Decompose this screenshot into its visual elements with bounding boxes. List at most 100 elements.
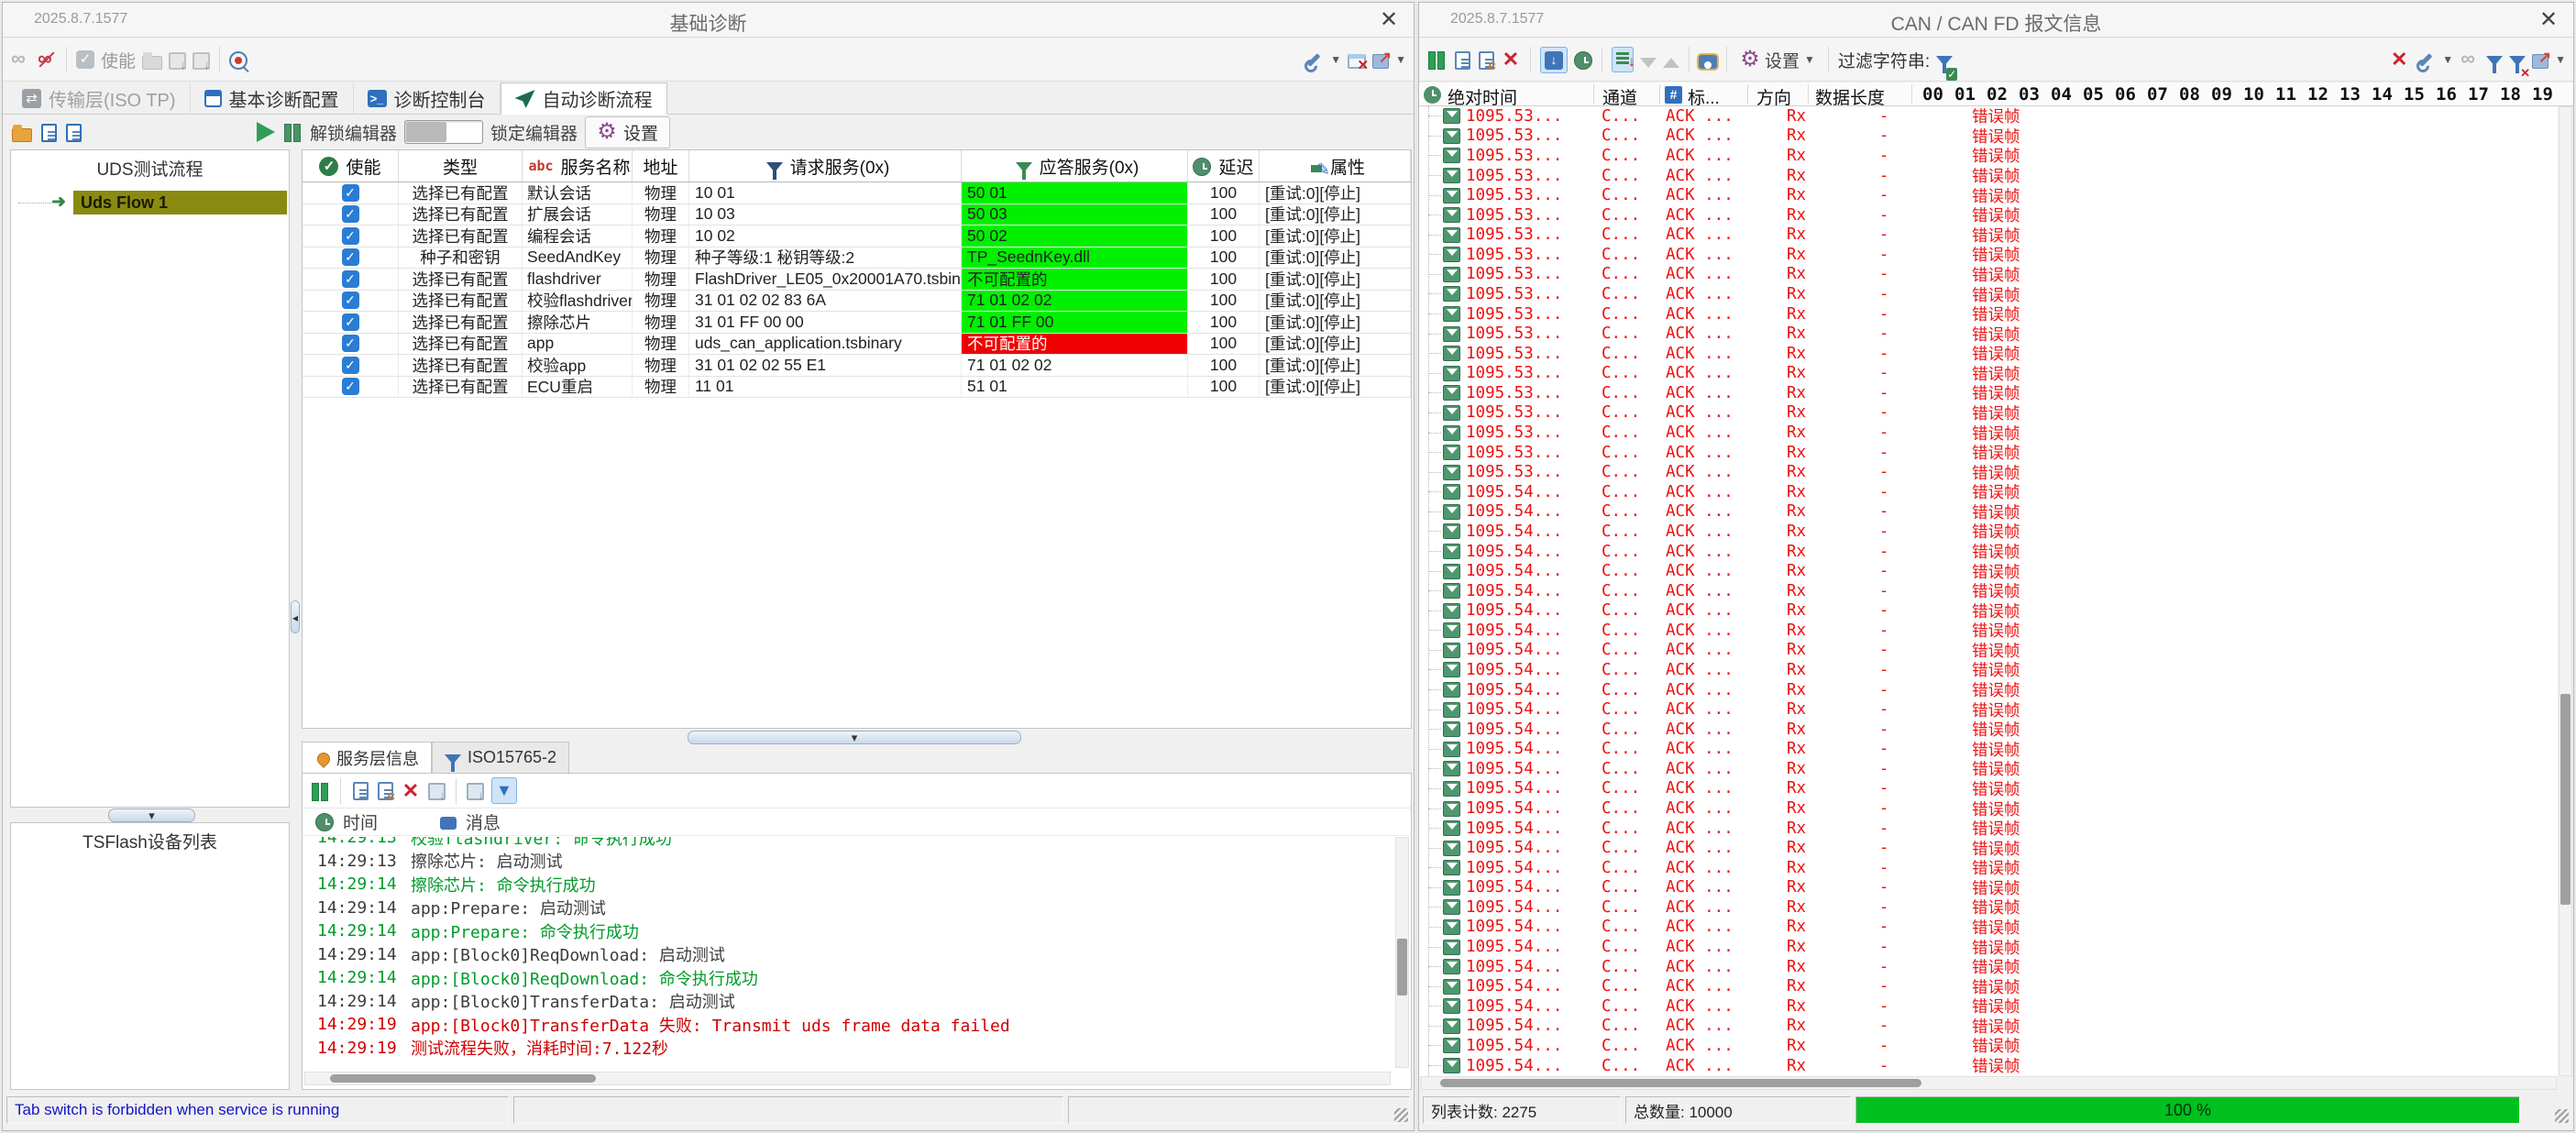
col-direction[interactable]: 方向 <box>1756 84 1791 109</box>
log-entry[interactable]: 14:29:14 app:Prepare: 命令执行成功 <box>303 919 1391 943</box>
can-message-row[interactable]: 1095.54... C... ACK ... Rx - 错误帧 <box>1419 878 2558 898</box>
can-message-row[interactable]: 1095.53... C... ACK ... Rx - 错误帧 <box>1419 304 2558 324</box>
can-message-row[interactable]: 1095.53... C... ACK ... Rx - 错误帧 <box>1419 284 2558 304</box>
table-row[interactable]: ✓ 选择已有配置 ECU重启 物理 11 01 51 01 100 [重试:0]… <box>303 377 1411 399</box>
can-message-row[interactable]: 1095.53... C... ACK ... Rx - 错误帧 <box>1419 245 2558 265</box>
can-message-row[interactable]: 1095.54... C... ACK ... Rx - 错误帧 <box>1419 937 2558 957</box>
table-row[interactable]: ✓ 选择已有配置 擦除芯片 物理 31 01 FF 00 00 71 01 FF… <box>303 312 1411 334</box>
col-attribute[interactable]: 属性 <box>1260 150 1411 182</box>
resize-grip[interactable] <box>2555 1109 2569 1123</box>
close-icon[interactable]: ✕ <box>1375 6 1403 34</box>
tools-icon[interactable] <box>2416 50 2436 70</box>
table-row[interactable]: ✓ 选择已有配置 扩展会话 物理 10 03 50 03 100 [重试:0][… <box>303 204 1411 226</box>
sidebar-splitter-handle[interactable]: ▾ <box>108 808 195 822</box>
pause-capture-icon[interactable] <box>1426 50 1447 70</box>
export-window-icon[interactable] <box>1372 54 1389 69</box>
col-channel[interactable]: 通道 <box>1602 84 1637 109</box>
can-message-row[interactable]: 1095.53... C... ACK ... Rx - 错误帧 <box>1419 462 2558 482</box>
col-data-length[interactable]: 数据长度 <box>1815 84 1885 109</box>
can-message-row[interactable]: 1095.53... C... ACK ... Rx - 错误帧 <box>1419 364 2558 384</box>
col-absolute-time[interactable]: 绝对时间 <box>1448 84 1517 109</box>
disconnect-icon[interactable] <box>37 50 57 70</box>
column-separator[interactable] <box>1808 84 1809 104</box>
can-message-row[interactable]: 1095.54... C... ACK ... Rx - 错误帧 <box>1419 838 2558 858</box>
table-row[interactable]: ✓ 选择已有配置 编程会话 物理 10 02 50 02 100 [重试:0][… <box>303 226 1411 248</box>
can-message-row[interactable]: 1095.54... C... ACK ... Rx - 错误帧 <box>1419 1056 2558 1076</box>
add-flow-icon[interactable] <box>41 124 57 142</box>
open-flow-icon[interactable] <box>12 128 32 142</box>
can-message-row[interactable]: 1095.54... C... ACK ... Rx - 错误帧 <box>1419 482 2558 502</box>
editor-lock-toggle[interactable] <box>404 120 483 144</box>
col-identifier[interactable]: 标... <box>1688 84 1720 109</box>
can-message-row[interactable]: 1095.54... C... ACK ... Rx - 错误帧 <box>1419 957 2558 977</box>
can-message-row[interactable]: 1095.53... C... ACK ... Rx - 错误帧 <box>1419 126 2558 147</box>
close-icon[interactable]: ✕ <box>2535 6 2562 34</box>
close-windows-icon[interactable] <box>1348 54 1366 69</box>
save-log-icon[interactable] <box>428 783 446 800</box>
can-message-row[interactable]: 1095.54... C... ACK ... Rx - 错误帧 <box>1419 600 2558 621</box>
log-entry[interactable]: 14:29:13 擦除芯片: 启动测试 <box>303 850 1391 874</box>
row-enable-checkbox[interactable]: ✓ <box>342 335 359 352</box>
snapshot-icon[interactable] <box>1699 55 1717 69</box>
time-mode-icon[interactable] <box>1574 51 1592 70</box>
row-enable-checkbox[interactable]: ✓ <box>342 227 359 245</box>
table-row[interactable]: ✓ 选择已有配置 app 物理 uds_can_application.tsbi… <box>303 334 1411 356</box>
can-message-row[interactable]: 1095.54... C... ACK ... Rx - 错误帧 <box>1419 798 2558 819</box>
resize-grip[interactable] <box>1394 1108 1408 1122</box>
can-message-row[interactable]: 1095.53... C... ACK ... Rx - 错误帧 <box>1419 146 2558 166</box>
can-message-row[interactable]: 1095.54... C... ACK ... Rx - 错误帧 <box>1419 918 2558 938</box>
column-separator[interactable] <box>1911 84 1912 104</box>
table-log-splitter-handle[interactable]: ▾ <box>688 731 1021 744</box>
can-message-row[interactable]: 1095.54... C... ACK ... Rx - 错误帧 <box>1419 897 2558 918</box>
scrollbar-thumb[interactable] <box>2560 694 2570 905</box>
delete-list-icon[interactable]: ✕ <box>1501 50 1521 70</box>
delete-log-icon[interactable]: ✕ <box>401 781 421 801</box>
tab-service-layer-info[interactable]: 服务层信息 <box>302 742 432 773</box>
clear-filter-icon[interactable]: ✕ <box>2389 50 2409 70</box>
table-row[interactable]: ✓ 选择已有配置 flashdriver 物理 FlashDriver_LE05… <box>303 269 1411 291</box>
tab-iso15765-2[interactable]: ISO15765-2 <box>432 742 569 773</box>
scrollbar-thumb[interactable] <box>1440 1079 1921 1087</box>
column-separator[interactable] <box>1747 84 1748 104</box>
clear-list-icon[interactable] <box>1455 51 1470 70</box>
can-message-row[interactable]: 1095.54... C... ACK ... Rx - 错误帧 <box>1419 759 2558 779</box>
can-horizontal-scrollbar[interactable] <box>1421 1076 2557 1090</box>
table-row[interactable]: ✓ 选择已有配置 校验flashdriver 物理 31 01 02 02 83… <box>303 291 1411 313</box>
col-enable[interactable]: ✓使能 <box>303 150 399 182</box>
can-settings-button[interactable]: ⚙ 设置 ▼ <box>1736 45 1819 75</box>
filter-remove-icon[interactable] <box>2509 56 2526 66</box>
can-message-row[interactable]: 1095.54... C... ACK ... Rx - 错误帧 <box>1419 641 2558 661</box>
log-entry[interactable]: 14:29:14 app:Prepare: 启动测试 <box>303 896 1391 920</box>
can-message-row[interactable]: 1095.53... C... ACK ... Rx - 错误帧 <box>1419 383 2558 403</box>
can-message-row[interactable]: 1095.54... C... ACK ... Rx - 错误帧 <box>1419 522 2558 542</box>
copy-list-icon[interactable] <box>1479 51 1494 70</box>
sort-button[interactable] <box>1612 47 1634 72</box>
run-flow-icon[interactable] <box>257 122 275 142</box>
pause-flow-icon[interactable] <box>282 122 303 142</box>
can-message-row[interactable]: 1095.54... C... ACK ... Rx - 错误帧 <box>1419 680 2558 700</box>
scroll-bottom-button[interactable]: ▼ <box>491 777 517 804</box>
open-file-icon[interactable] <box>142 56 162 70</box>
enable-checkbox[interactable]: ✓ <box>76 50 94 69</box>
column-separator[interactable] <box>1593 84 1594 104</box>
can-message-row[interactable]: 1095.53... C... ACK ... Rx - 错误帧 <box>1419 166 2558 186</box>
row-enable-checkbox[interactable]: ✓ <box>342 184 359 202</box>
tab-diagnosis-console[interactable]: >_ 诊断控制台 <box>354 82 501 114</box>
export-icon[interactable] <box>2532 54 2548 69</box>
can-message-row[interactable]: 1095.54... C... ACK ... Rx - 错误帧 <box>1419 660 2558 680</box>
tools-dropdown-arrow[interactable]: ▼ <box>2442 53 2453 66</box>
can-message-row[interactable]: 1095.54... C... ACK ... Rx - 错误帧 <box>1419 779 2558 799</box>
table-row[interactable]: ✓ 选择已有配置 校验app 物理 31 01 02 02 55 E1 71 0… <box>303 355 1411 377</box>
move-up-icon[interactable] <box>1663 58 1679 68</box>
can-message-row[interactable]: 1095.54... C... ACK ... Rx - 错误帧 <box>1419 581 2558 601</box>
pause-log-icon[interactable] <box>310 781 330 801</box>
col-type[interactable]: 类型 <box>399 150 523 182</box>
can-message-row[interactable]: 1095.54... C... ACK ... Rx - 错误帧 <box>1419 976 2558 996</box>
can-message-row[interactable]: 1095.53... C... ACK ... Rx - 错误帧 <box>1419 185 2558 205</box>
can-message-row[interactable]: 1095.54... C... ACK ... Rx - 错误帧 <box>1419 858 2558 878</box>
can-message-row[interactable]: 1095.53... C... ACK ... Rx - 错误帧 <box>1419 423 2558 443</box>
can-message-row[interactable]: 1095.53... C... ACK ... Rx - 错误帧 <box>1419 106 2558 126</box>
remove-flow-icon[interactable] <box>66 124 82 142</box>
tools-dropdown-arrow[interactable]: ▼ <box>1330 53 1341 66</box>
can-message-row[interactable]: 1095.54... C... ACK ... Rx - 错误帧 <box>1419 720 2558 740</box>
